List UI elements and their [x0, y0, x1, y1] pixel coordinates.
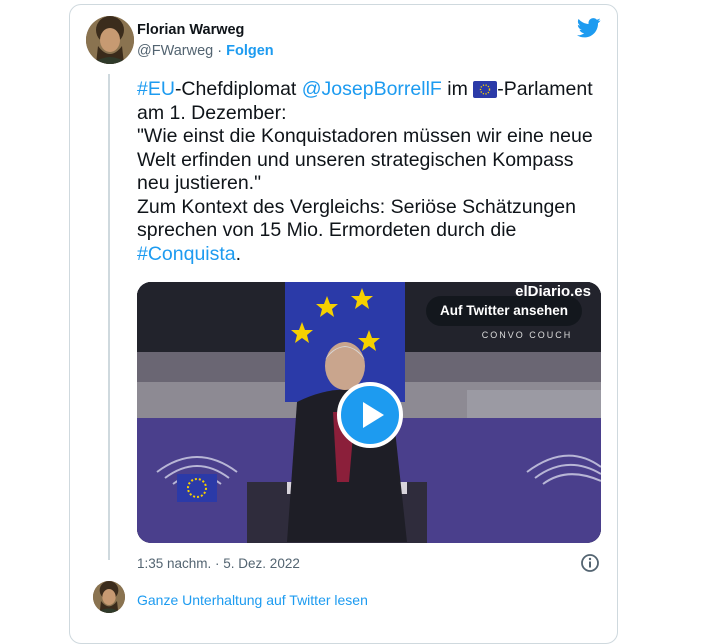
- thread-line: [108, 74, 110, 560]
- separator-dot: ·: [217, 43, 223, 59]
- tweet-line: #Conquista.: [137, 243, 607, 267]
- tweet-text-segment: Zum Kontext des Vergleichs: Seriöse Schä…: [137, 195, 576, 218]
- tweet-text-segment: Welt erfinden und unseren strategischen …: [137, 148, 574, 171]
- reader-avatar[interactable]: [93, 581, 125, 613]
- info-icon[interactable]: [580, 553, 600, 578]
- hashtag-link[interactable]: #Conquista: [137, 243, 236, 265]
- tweet-line: #EU-Chefdiplomat @JosepBorrellF im -Parl…: [137, 78, 607, 102]
- mention-link[interactable]: @JosepBorrellF: [302, 78, 442, 100]
- tweet-timestamp[interactable]: 1:35 nachm. · 5. Dez. 2022: [137, 556, 300, 571]
- follow-button[interactable]: Folgen: [226, 43, 274, 59]
- eu-flag-icon: [473, 81, 498, 98]
- tweet-text-segment: im: [441, 78, 474, 100]
- author-handle-row: @FWarweg · Folgen: [137, 43, 274, 59]
- author-avatar[interactable]: [86, 16, 134, 64]
- video-banner-text: CONVO COUCH: [482, 330, 573, 340]
- tweet-text-segment: neu justieren.": [137, 172, 261, 194]
- read-full-conversation-link[interactable]: Ganze Unterhaltung auf Twitter lesen: [137, 592, 368, 608]
- author-name[interactable]: Florian Warweg: [137, 22, 244, 38]
- play-icon[interactable]: [337, 382, 403, 448]
- author-handle[interactable]: @FWarweg: [137, 43, 213, 59]
- tweet-text-segment: -Parlament: [497, 78, 593, 100]
- twitter-bird-icon[interactable]: [576, 18, 601, 43]
- tweet-text-segment: -Chefdiplomat: [174, 78, 302, 100]
- tweet-line: Zum Kontext des Vergleichs: Seriöse Schä…: [137, 196, 607, 220]
- tweet-line: sprechen von 15 Mio. Ermordeten durch di…: [137, 219, 607, 243]
- tweet-line: Welt erfinden und unseren strategischen …: [137, 149, 607, 173]
- tweet-text-segment: am 1. Dezember:: [137, 101, 287, 124]
- tweet-text-segment: "Wie einst die Konquistadoren müssen wir…: [137, 125, 593, 147]
- hashtag-link[interactable]: #EU: [137, 78, 175, 100]
- tweet-line: neu justieren.": [137, 172, 607, 196]
- tweet-line: "Wie einst die Konquistadoren müssen wir…: [137, 125, 607, 149]
- tweet-text-segment: sprechen von 15 Mio. Ermordeten durch di…: [137, 219, 517, 241]
- tweet-text: #EU-Chefdiplomat @JosepBorrellF im -Parl…: [137, 78, 607, 266]
- watch-on-twitter-button[interactable]: Auf Twitter ansehen: [426, 296, 583, 326]
- tweet-line: am 1. Dezember:: [137, 102, 607, 126]
- tweet-text-segment: .: [235, 242, 242, 265]
